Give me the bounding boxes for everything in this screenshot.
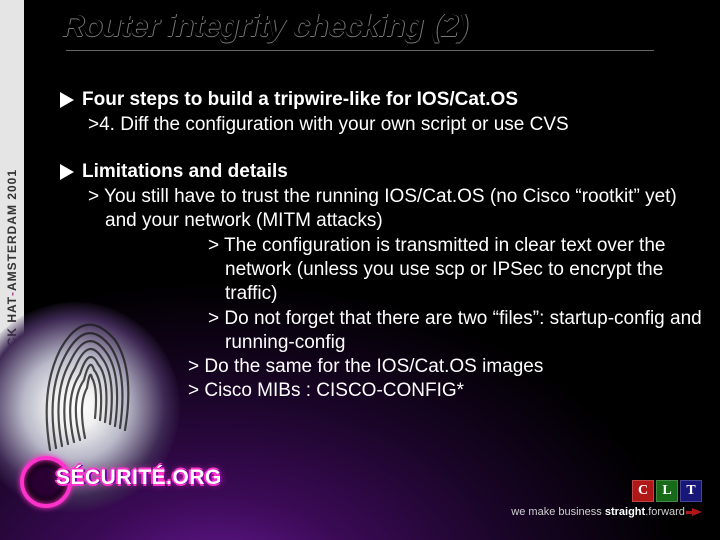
sponsor-square-t: T — [680, 480, 702, 502]
fingerprint-icon — [30, 310, 140, 460]
section-2-item-5: > Cisco MIBs : CISCO-CONFIG* — [188, 379, 708, 403]
title-underline — [66, 50, 654, 51]
sponsor-tagline: we make business straight.forward — [511, 506, 702, 518]
sponsor-squares: C L T — [511, 480, 702, 502]
section-1-item-1: >4. Diff the configuration with your own… — [88, 113, 708, 137]
section-2-heading-text: Limitations and details — [82, 160, 288, 184]
securite-logo-text: SÉCURITÉ.ORG — [56, 466, 222, 490]
banner-dash: - — [5, 291, 19, 296]
tagline-prefix: we make business — [511, 506, 605, 518]
triangle-bullet-icon — [60, 164, 74, 180]
tagline-bold: straight — [605, 506, 645, 518]
page-title: Router integrity checking (2) — [62, 8, 468, 44]
arrow-icon — [692, 508, 702, 516]
section-1-heading: Four steps to build a tripwire-like for … — [60, 88, 708, 112]
banner-place-year: AMSTERDAM 2001 — [5, 169, 19, 291]
tagline-suffix: .forward — [645, 506, 685, 518]
section-1: Four steps to build a tripwire-like for … — [60, 88, 708, 138]
section-2-item-2: > The configuration is transmitted in cl… — [208, 234, 708, 307]
securite-logo: SÉCURITÉ.ORG — [20, 460, 240, 504]
sponsor-square-l: L — [656, 480, 678, 502]
section-2-item-3: > Do not forget that there are two “file… — [208, 307, 708, 356]
section-2-heading: Limitations and details — [60, 160, 708, 184]
section-1-heading-text: Four steps to build a tripwire-like for … — [82, 88, 518, 112]
sponsor-square-c: C — [632, 480, 654, 502]
triangle-bullet-icon — [60, 92, 74, 108]
section-2-item-1: > You still have to trust the running IO… — [88, 185, 708, 234]
sponsor-block: C L T we make business straight.forward — [511, 480, 702, 518]
section-2-item-4: > Do the same for the IOS/Cat.OS images — [188, 355, 708, 379]
